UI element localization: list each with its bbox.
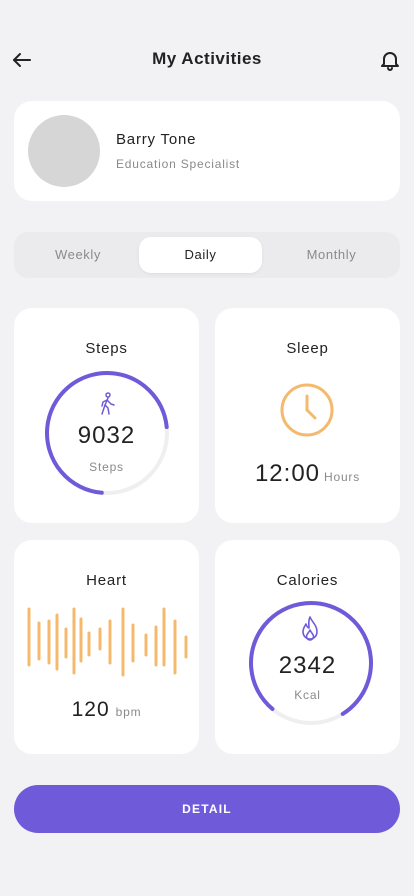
steps-title: Steps [85,340,128,357]
bell-icon[interactable] [378,48,402,72]
clock-icon [278,381,336,444]
profile-role: Education Specialist [116,157,241,171]
avatar [28,115,100,187]
tab-daily[interactable]: Daily [139,237,262,273]
header: My Activities [0,40,414,80]
sleep-unit: Hours [324,470,361,484]
steps-unit: Steps [89,460,124,474]
sleep-title: Sleep [286,340,329,357]
page-title: My Activities [152,49,262,68]
heart-unit: bpm [115,705,142,719]
sleep-value: 12:00 [254,460,321,487]
steps-card[interactable]: Steps 9032 Steps [14,308,199,523]
calories-card[interactable]: Calories 2342 Kcal [215,540,400,754]
walking-icon [97,392,117,421]
heart-card[interactable]: Heart 120 bpm [14,540,199,754]
tab-monthly[interactable]: Monthly [269,237,394,273]
period-tabs: Weekly Daily Monthly [14,232,400,278]
calories-value: 2342 [278,652,337,679]
detail-button[interactable]: DETAIL [14,785,400,833]
heart-title: Heart [86,572,127,589]
tab-weekly[interactable]: Weekly [14,237,142,273]
profile-name: Barry Tone [116,131,197,148]
heartbeat-wave [27,607,188,677]
sleep-card[interactable]: Sleep 12:00 Hours [215,308,400,523]
calories-title: Calories [276,572,339,589]
steps-value: 9032 [77,422,136,449]
fire-icon [300,616,320,647]
heart-value: 120 [71,698,110,721]
calories-unit: Kcal [294,688,321,702]
profile-card[interactable]: Barry Tone Education Specialist [14,101,400,201]
